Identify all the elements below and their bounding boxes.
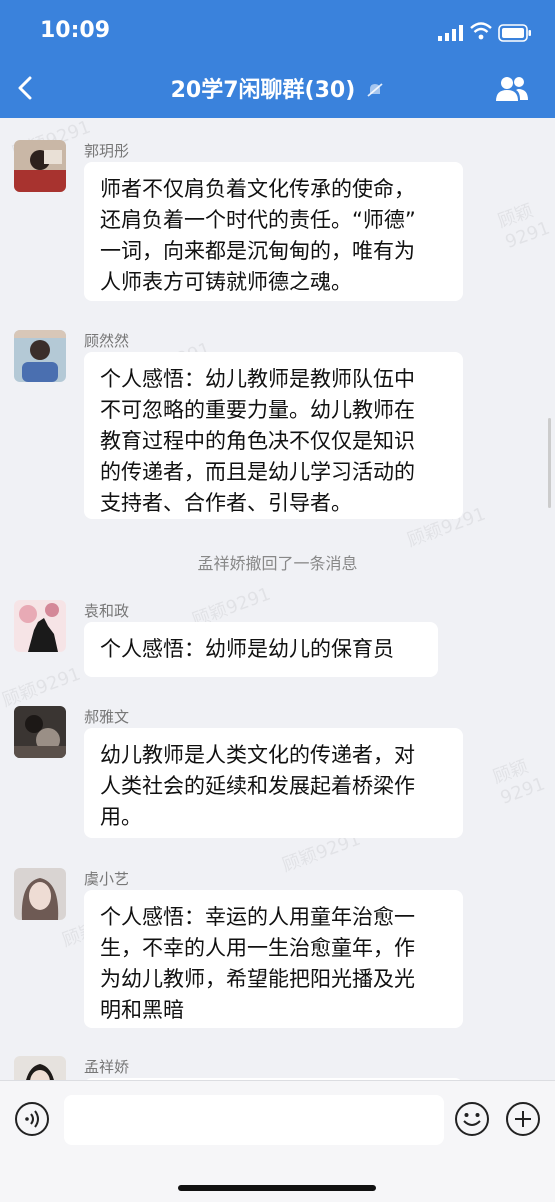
avatar[interactable] [14, 140, 66, 192]
avatar[interactable] [14, 868, 66, 920]
bell-off-icon [367, 83, 383, 97]
input-bar [0, 1080, 555, 1202]
chat-title: 20学7闲聊群(30) [170, 78, 356, 103]
avatar-photo [14, 706, 66, 758]
sender-name: 孟祥娇 [84, 1058, 130, 1076]
sender-name: 郝雅文 [84, 708, 130, 726]
avatar[interactable] [14, 330, 66, 382]
message-bubble[interactable]: 个人感悟：幼儿教师是教师队伍中 不可忽略的重要力量。幼儿教师在 教育过程中的角色… [84, 352, 463, 519]
chat-messages[interactable]: 顾颖9291 顾颖9291 顾颖9291 顾颖9291 顾颖9291 顾颖929… [0, 118, 555, 1080]
sender-name: 袁和政 [84, 602, 130, 620]
message-bubble[interactable]: 师者不仅肩负着文化传承的使命， 还肩负着一个时代的责任。“师德” 一词，向来都是… [84, 162, 463, 301]
avatar-photo [14, 1056, 66, 1080]
recall-notice: 孟祥娇撤回了一条消息 [197, 554, 358, 573]
watermark: 顾颖9291 [0, 663, 84, 712]
message-bubble[interactable]: 个人感悟：幸运的人用童年治愈一 生，不幸的人用一生治愈童年，作 为幼儿教师，希望… [84, 890, 463, 1028]
message-text: 个人感悟：幼儿教师是教师队伍中 不可忽略的重要力量。幼儿教师在 教育过程中的角色… [100, 367, 415, 515]
avatar[interactable] [14, 1056, 66, 1080]
watermark: 顾颖9291 [494, 200, 553, 253]
message-bubble[interactable]: 个人感悟：幼师是幼儿的保育员 [84, 622, 438, 677]
avatar-photo [14, 600, 66, 652]
chat-title-area[interactable]: 20学7闲聊群(30) [0, 72, 555, 104]
avatar-photo [14, 868, 66, 920]
group-icon[interactable] [494, 74, 530, 102]
message-text: 个人感悟：幼师是幼儿的保育员 [100, 637, 394, 661]
scrollbar[interactable] [548, 418, 551, 508]
message-text: 个人感悟：幸运的人用童年治愈一 生，不幸的人用一生治愈童年，作 为幼儿教师，希望… [100, 905, 415, 1022]
home-indicator [178, 1185, 376, 1191]
status-time: 10:09 [40, 18, 111, 43]
avatar[interactable] [14, 706, 66, 758]
plus-icon[interactable] [505, 1101, 541, 1137]
message-text: 幼儿教师是人类文化的传递者，对 人类社会的延续和发展起着桥梁作 用。 [100, 743, 415, 829]
battery-icon [498, 24, 531, 42]
message-bubble[interactable]: 幼儿教师是人类文化的传递者，对 人类社会的延续和发展起着桥梁作 用。 [84, 728, 463, 838]
sender-name: 虞小艺 [84, 870, 130, 888]
voice-icon[interactable] [14, 1101, 50, 1137]
avatar-photo [14, 330, 66, 382]
chat-header: 10:09 20学7闲聊群(30) [0, 0, 555, 118]
signal-icon [438, 25, 463, 41]
message-input[interactable] [64, 1095, 444, 1145]
message-text: 师者不仅肩负着文化传承的使命， 还肩负着一个时代的责任。“师德” 一词，向来都是… [100, 177, 416, 294]
watermark: 顾颖9291 [490, 756, 548, 809]
sender-name: 顾然然 [84, 332, 130, 350]
wifi-icon [470, 22, 492, 40]
smiley-icon[interactable] [454, 1101, 490, 1137]
avatar[interactable] [14, 600, 66, 652]
sender-name: 郭玥彤 [84, 142, 130, 160]
avatar-photo [14, 140, 66, 192]
